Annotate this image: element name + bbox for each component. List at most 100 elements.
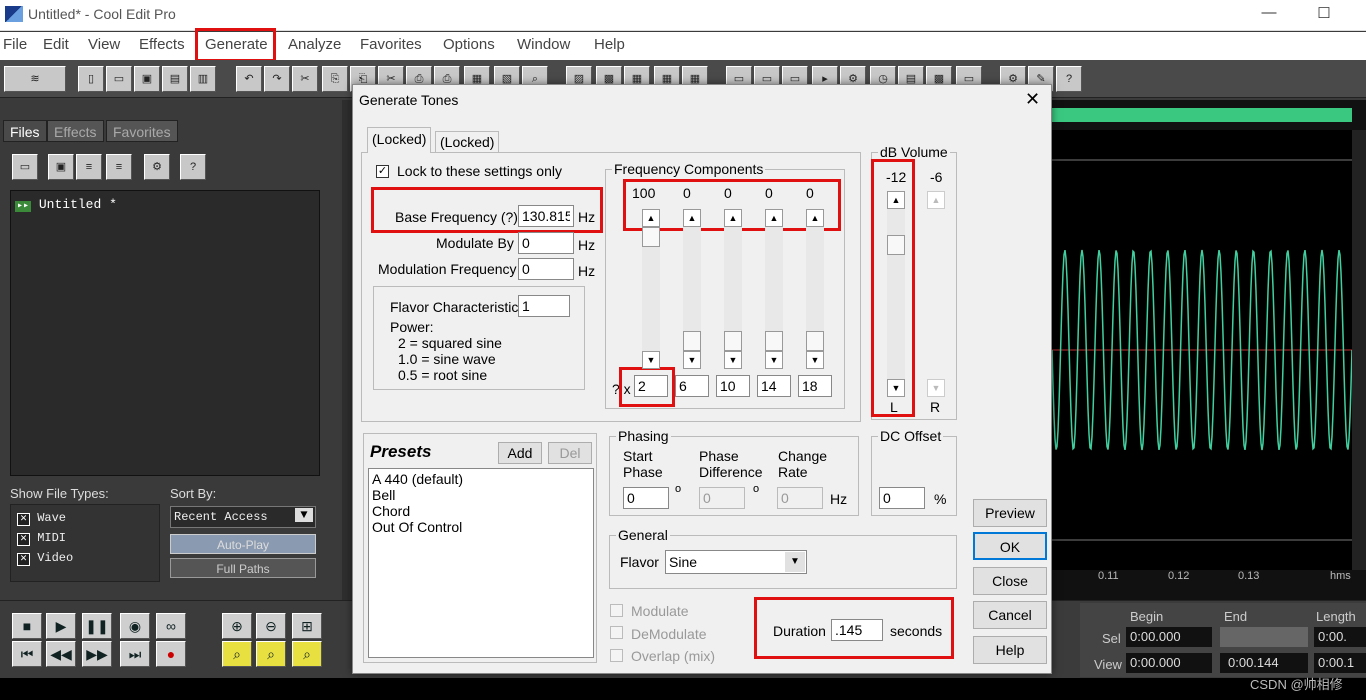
multiplier-input[interactable] (798, 375, 832, 397)
zoom-in-icon[interactable]: ⊕ (222, 613, 252, 639)
zoom-right-icon[interactable]: ⌕ (292, 641, 322, 667)
open-file-icon[interactable]: ▭ (12, 154, 38, 180)
zoom-sel-icon[interactable]: ⌕ (222, 641, 252, 667)
filetype-midi[interactable]: ✕ MIDI (17, 531, 66, 546)
slider-down-icon[interactable]: ▼ (765, 351, 783, 369)
view-end-field[interactable]: 0:00.144 (1220, 653, 1308, 673)
duration-input[interactable] (831, 619, 883, 641)
modulation-frequency-input[interactable] (518, 258, 574, 280)
multiplier-input[interactable] (634, 375, 668, 397)
modulate-by-input[interactable] (518, 232, 574, 254)
start-phase-input[interactable] (623, 487, 669, 509)
insert-icon[interactable]: ≡ (76, 154, 102, 180)
new-icon[interactable]: ▯ (78, 66, 104, 92)
multiplier-input[interactable] (716, 375, 750, 397)
waveform-toggle-icon[interactable]: ≋ (4, 66, 66, 92)
save-icon[interactable]: ▣ (134, 66, 160, 92)
menu-file[interactable]: File (3, 36, 27, 53)
menu-edit[interactable]: Edit (43, 36, 69, 53)
close-icon[interactable]: ✕ (1025, 89, 1040, 110)
tab-files[interactable]: Files (3, 120, 47, 142)
base-frequency-input[interactable] (518, 205, 574, 227)
stop-icon[interactable]: ■ (12, 613, 42, 639)
slider-up-icon[interactable]: ▲ (642, 209, 660, 227)
maximize-icon[interactable]: ☐ (1313, 4, 1335, 24)
fast-forward-icon[interactable]: ▶▶ (82, 641, 112, 667)
dc-offset-input[interactable] (879, 487, 925, 509)
menu-help[interactable]: Help (594, 36, 625, 53)
go-end-icon[interactable]: ⏭ (120, 641, 150, 667)
lock-checkbox[interactable]: ✓ (376, 165, 389, 178)
preset-item[interactable]: Out Of Control (372, 519, 462, 535)
help-button[interactable]: Help (973, 636, 1047, 664)
pause-icon[interactable]: ❚❚ (82, 613, 112, 639)
multiplier-input[interactable] (675, 375, 709, 397)
change-rate-input[interactable] (777, 487, 823, 509)
close-file-icon[interactable]: ▣ (48, 154, 74, 180)
slider-down-icon[interactable]: ▼ (642, 351, 660, 369)
preset-item[interactable]: Chord (372, 503, 410, 519)
rewind-icon[interactable]: ◀◀ (46, 641, 76, 667)
full-paths-button[interactable]: Full Paths (170, 558, 316, 578)
file-help-icon[interactable]: ? (180, 154, 206, 180)
zoom-left-icon[interactable]: ⌕ (256, 641, 286, 667)
view-length-field[interactable]: 0:00.1 (1314, 653, 1366, 673)
preview-button[interactable]: Preview (973, 499, 1047, 527)
slider-thumb[interactable] (724, 331, 742, 351)
menu-analyze[interactable]: Analyze (288, 36, 341, 53)
sel-begin-field[interactable]: 0:00.000 (1126, 627, 1212, 647)
close-button[interactable]: Close (973, 567, 1047, 595)
sort-by-select[interactable]: Recent Access ▼ (170, 506, 316, 528)
undo-icon[interactable]: ↶ (236, 66, 262, 92)
play-icon[interactable]: ▶ (46, 613, 76, 639)
menu-window[interactable]: Window (517, 36, 570, 53)
freq-component-slider[interactable]: ▲ ▼ (683, 209, 701, 369)
minimize-icon[interactable]: — (1258, 4, 1280, 24)
slider-up-icon[interactable]: ▲ (887, 191, 905, 209)
slider-thumb[interactable] (765, 331, 783, 351)
preset-item[interactable]: A 440 (default) (372, 471, 463, 487)
open-icon[interactable]: ▭ (106, 66, 132, 92)
menu-effects[interactable]: Effects (139, 36, 185, 53)
menu-view[interactable]: View (88, 36, 120, 53)
modulate-checkbox[interactable] (610, 604, 623, 617)
slider-up-icon[interactable]: ▲ (806, 209, 824, 227)
db-left-slider[interactable]: ▲ ▼ (887, 191, 905, 397)
view-begin-field[interactable]: 0:00.000 (1126, 653, 1212, 673)
tab-favorites[interactable]: Favorites (106, 120, 178, 142)
sel-length-field[interactable]: 0:00. (1314, 627, 1366, 647)
flavor-characteristic-input[interactable] (518, 295, 570, 317)
tab-locked-1[interactable]: (Locked) (367, 127, 432, 153)
freq-component-slider[interactable]: ▲ ▼ (806, 209, 824, 369)
slider-up-icon[interactable]: ▲ (683, 209, 701, 227)
sel-end-field[interactable] (1220, 627, 1308, 647)
ok-button[interactable]: OK (973, 532, 1047, 560)
copy-icon[interactable]: ⎘ (322, 66, 348, 92)
auto-play-button[interactable]: Auto-Play (170, 534, 316, 554)
slider-up-icon[interactable]: ▲ (765, 209, 783, 227)
loop-icon[interactable]: ∞ (156, 613, 186, 639)
add-preset-button[interactable]: Add (498, 442, 542, 464)
slider-down-icon[interactable]: ▼ (806, 351, 824, 369)
freq-component-slider[interactable]: ▲ ▼ (724, 209, 742, 369)
edit-file-icon[interactable]: ≡ (106, 154, 132, 180)
zoom-full-icon[interactable]: ⊞ (292, 613, 322, 639)
overlap-checkbox[interactable] (610, 649, 623, 662)
slider-thumb[interactable] (806, 331, 824, 351)
tab-locked-2[interactable]: (Locked) (435, 131, 500, 153)
slider-thumb[interactable] (642, 227, 660, 247)
freq-component-slider[interactable]: ▲ ▼ (765, 209, 783, 369)
slider-thumb[interactable] (887, 235, 905, 255)
multiplier-input[interactable] (757, 375, 791, 397)
menu-options[interactable]: Options (443, 36, 495, 53)
tab-effects[interactable]: Effects (47, 120, 104, 142)
record-icon[interactable]: ● (156, 641, 186, 667)
freq-component-slider[interactable]: ▲ ▼ (642, 209, 660, 369)
cancel-button[interactable]: Cancel (973, 601, 1047, 629)
help-icon[interactable]: ? (1056, 66, 1082, 92)
zoom-out-icon[interactable]: ⊖ (256, 613, 286, 639)
filetype-wave[interactable]: ✕ Wave (17, 511, 66, 526)
del-preset-button[interactable]: Del (548, 442, 592, 464)
flavor-select[interactable]: Sine ▼ (665, 550, 807, 574)
menu-favorites[interactable]: Favorites (360, 36, 422, 53)
